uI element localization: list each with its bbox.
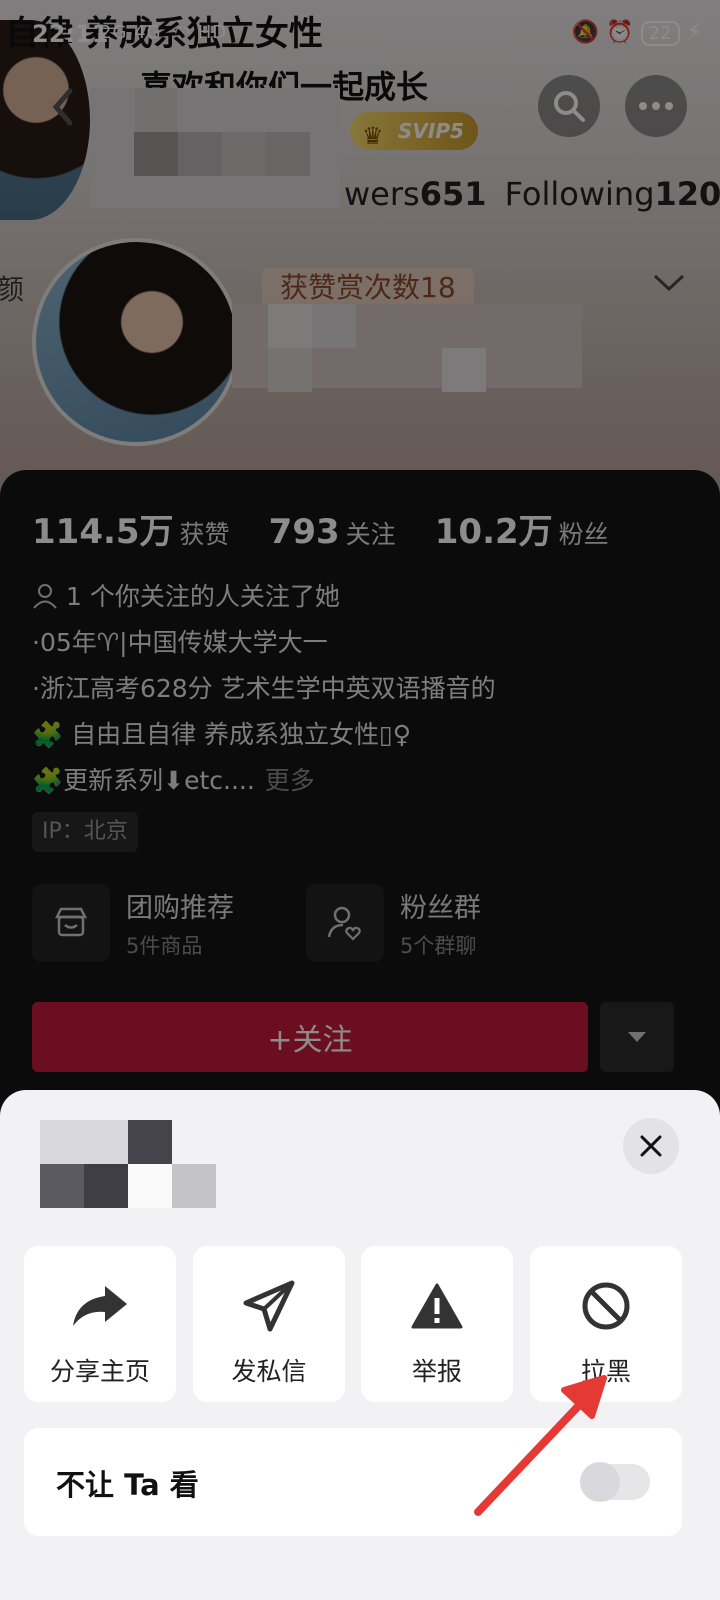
share-profile-button[interactable]: 分享主页: [24, 1246, 176, 1402]
warning-icon: [407, 1276, 467, 1336]
report-label: 举报: [411, 1357, 462, 1386]
report-button[interactable]: 举报: [361, 1246, 513, 1402]
action-sheet: 分享主页 发私信 举报 拉黑 不让 Ta 看: [0, 1090, 720, 1600]
send-icon: [239, 1276, 299, 1336]
hide-from-user-row: 不让 Ta 看: [24, 1428, 682, 1536]
block-icon: [576, 1276, 636, 1336]
share-icon: [70, 1276, 130, 1336]
sheet-user-name-mosaic: [40, 1120, 270, 1230]
hide-from-user-toggle[interactable]: [580, 1462, 650, 1502]
block-label: 拉黑: [580, 1357, 631, 1386]
close-button[interactable]: [623, 1118, 679, 1174]
hide-from-user-label: 不让 Ta 看: [56, 1468, 199, 1502]
share-profile-label: 分享主页: [49, 1357, 150, 1386]
block-button[interactable]: 拉黑: [530, 1246, 682, 1402]
send-message-button[interactable]: 发私信: [193, 1246, 345, 1402]
profile-page: 自律 养成系独立女性 喜欢和你们一起成长 ♛ SVIP5 wers651 Fol…: [0, 0, 720, 1600]
close-icon: [640, 1135, 662, 1157]
send-message-label: 发私信: [231, 1357, 307, 1386]
toggle-knob: [580, 1462, 620, 1502]
